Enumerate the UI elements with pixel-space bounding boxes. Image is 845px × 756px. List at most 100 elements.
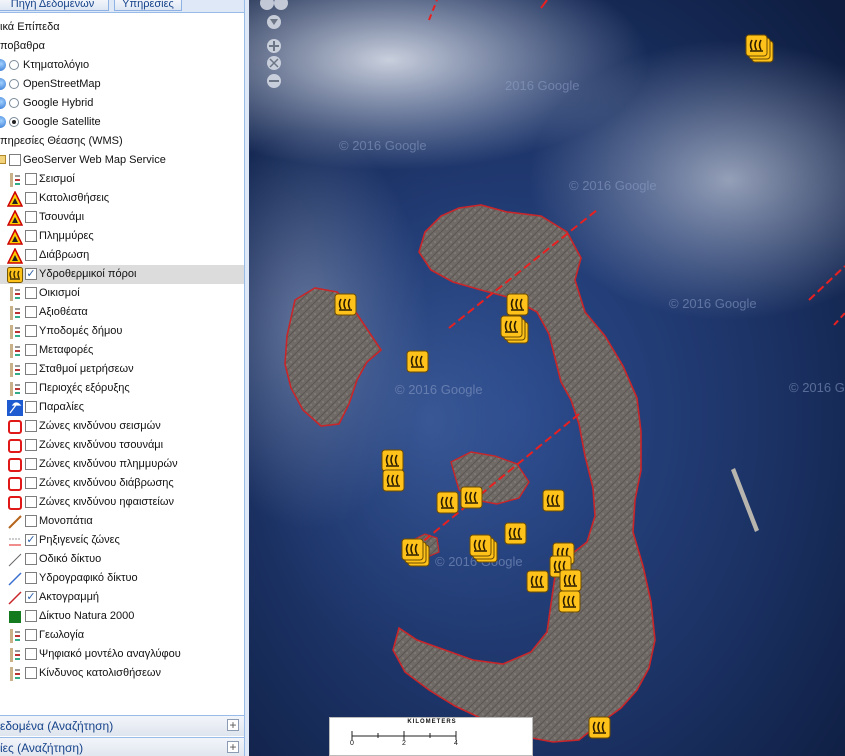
hot-spring-marker[interactable] [334,293,357,316]
tab-services[interactable]: Υπηρεσίες [114,0,182,11]
layer-checkbox[interactable] [25,173,37,185]
hot-spring-marker[interactable] [526,570,549,593]
satellite-map[interactable]: © 2016 Google © 2016 Google 2016 Google … [249,0,845,756]
pan-right-icon[interactable] [274,0,288,10]
panel-data-search[interactable]: εδομένα (Αναζήτηση) + [0,715,244,736]
layer-checkbox[interactable] [25,553,37,565]
layer-item[interactable]: Υποδομές δήμου [0,322,244,341]
layer-checkbox[interactable] [25,306,37,318]
hot-spring-marker[interactable] [406,350,429,373]
layer-checkbox[interactable] [25,610,37,622]
layer-item[interactable]: Γεωλογία [0,626,244,645]
layer-item[interactable]: Οδικό δίκτυο [0,550,244,569]
layer-checkbox[interactable] [25,629,37,641]
layer-item[interactable]: Υδρογραφικό δίκτυο [0,569,244,588]
layer-item[interactable]: Οικισμοί [0,284,244,303]
layer-item[interactable]: Μεταφορές [0,341,244,360]
layer-checkbox[interactable] [25,420,37,432]
layer-label: Μεταφορές [39,344,94,356]
layer-checkbox[interactable] [25,325,37,337]
layer-checkbox[interactable]: ✓ [25,591,37,603]
hot-spring-marker[interactable] [460,486,483,509]
layer-item[interactable]: Ζώνες κινδύνου ηφαιστείων [0,493,244,512]
hot-spring-marker[interactable] [559,569,582,592]
layer-checkbox[interactable] [25,515,37,527]
hot-spring-marker[interactable] [401,538,430,567]
layer-item[interactable]: Ζώνες κινδύνου διάβρωσης [0,474,244,493]
hot-spring-marker[interactable] [436,491,459,514]
base-layer-item[interactable]: Google Satellite [0,113,244,132]
map-view[interactable]: © 2016 Google © 2016 Google 2016 Google … [249,0,845,756]
layer-checkbox[interactable] [25,477,37,489]
layer-item[interactable]: Κίνδυνος κατολισθήσεων [0,664,244,683]
layer-checkbox[interactable]: ✓ [25,268,37,280]
layer-checkbox[interactable]: ✓ [25,534,37,546]
layer-checkbox[interactable] [25,648,37,660]
layer-item[interactable]: ✓ Ρηξιγενείς ζώνες [0,531,244,550]
hot-spring-marker[interactable] [469,534,498,563]
base-layer-item[interactable]: Κτηματολόγιο [0,56,244,75]
base-layer-radio[interactable] [9,98,19,108]
layer-item[interactable]: Μονοπάτια [0,512,244,531]
hot-spring-marker[interactable] [382,469,405,492]
panel-data-search-label: εδομένα (Αναζήτηση) [0,719,114,733]
layer-item[interactable]: Κατολισθήσεις [0,189,244,208]
scale-tick-label: 2 [402,740,406,747]
layer-label: Σταθμοί μετρήσεων [39,363,134,375]
tab-data-source[interactable]: Πηγή Δεδομένων [0,0,109,11]
tree-root-label: ικά Επίπεδα [0,21,60,33]
layer-checkbox[interactable] [25,344,37,356]
base-layer-radio[interactable] [9,60,19,70]
expand-plus-icon[interactable]: + [227,741,239,753]
layer-checkbox[interactable] [25,382,37,394]
base-layer-item[interactable]: OpenStreetMap [0,75,244,94]
layer-item[interactable]: Ζώνες κινδύνου τσουνάμι [0,436,244,455]
hot-spring-marker[interactable] [542,489,565,512]
base-layer-radio[interactable] [9,79,19,89]
hot-spring-marker[interactable] [588,716,611,739]
hot-spring-marker[interactable] [506,293,529,316]
layer-checkbox[interactable] [25,249,37,261]
layer-checkbox[interactable] [25,192,37,204]
wms-service-item[interactable]: GeoServer Web Map Service [0,151,244,170]
layer-checkbox[interactable] [25,458,37,470]
layer-item[interactable]: ✓ Υδροθερμικοί πόροι [0,265,244,284]
layer-item[interactable]: Ζώνες κινδύνου σεισμών [0,417,244,436]
layer-checkbox[interactable] [25,230,37,242]
panel-services-search[interactable]: ίες (Αναζήτηση) + [0,737,244,756]
layer-item[interactable]: Αξιοθέατα [0,303,244,322]
layer-item[interactable]: Σεισμοί [0,170,244,189]
layer-item[interactable]: Περιοχές εξόρυξης [0,379,244,398]
hot-spring-marker[interactable] [381,449,404,472]
layer-item[interactable]: Ψηφιακό μοντέλο αναγλύφου [0,645,244,664]
layer-item[interactable]: Δίκτυο Natura 2000 [0,607,244,626]
hot-spring-marker[interactable] [504,522,527,545]
hot-spring-marker[interactable] [500,315,529,344]
layer-item[interactable]: Τσουνάμι [0,208,244,227]
layer-item[interactable]: Παραλίες [0,398,244,417]
layer-checkbox[interactable] [25,572,37,584]
hot-spring-marker[interactable] [558,590,581,613]
layer-checkbox[interactable] [25,667,37,679]
wms-group-label: πηρεσίες Θέασης (WMS) [0,135,123,147]
pan-left-icon[interactable] [260,0,274,10]
layer-checkbox[interactable] [25,363,37,375]
layer-checkbox[interactable] [25,401,37,413]
layer-item[interactable]: Πλημμύρες [0,227,244,246]
layer-checkbox[interactable] [25,287,37,299]
layer-item[interactable]: Διάβρωση [0,246,244,265]
expand-plus-icon[interactable]: + [227,719,239,731]
base-layer-radio[interactable] [9,117,19,127]
base-layer-item[interactable]: Google Hybrid [0,94,244,113]
hot-spring-marker[interactable] [745,34,774,63]
layer-item[interactable]: Ζώνες κινδύνου πλημμυρών [0,455,244,474]
wms-service-checkbox[interactable] [9,154,21,166]
layer-checkbox[interactable] [25,439,37,451]
hot-spring-icon [7,267,23,283]
layer-item[interactable]: ✓ Ακτογραμμή [0,588,244,607]
layer-item[interactable]: Σταθμοί μετρήσεων [0,360,244,379]
scale-tick-label: 4 [454,740,458,747]
mining-legend-icon [10,382,20,396]
layer-checkbox[interactable] [25,496,37,508]
layer-checkbox[interactable] [25,211,37,223]
